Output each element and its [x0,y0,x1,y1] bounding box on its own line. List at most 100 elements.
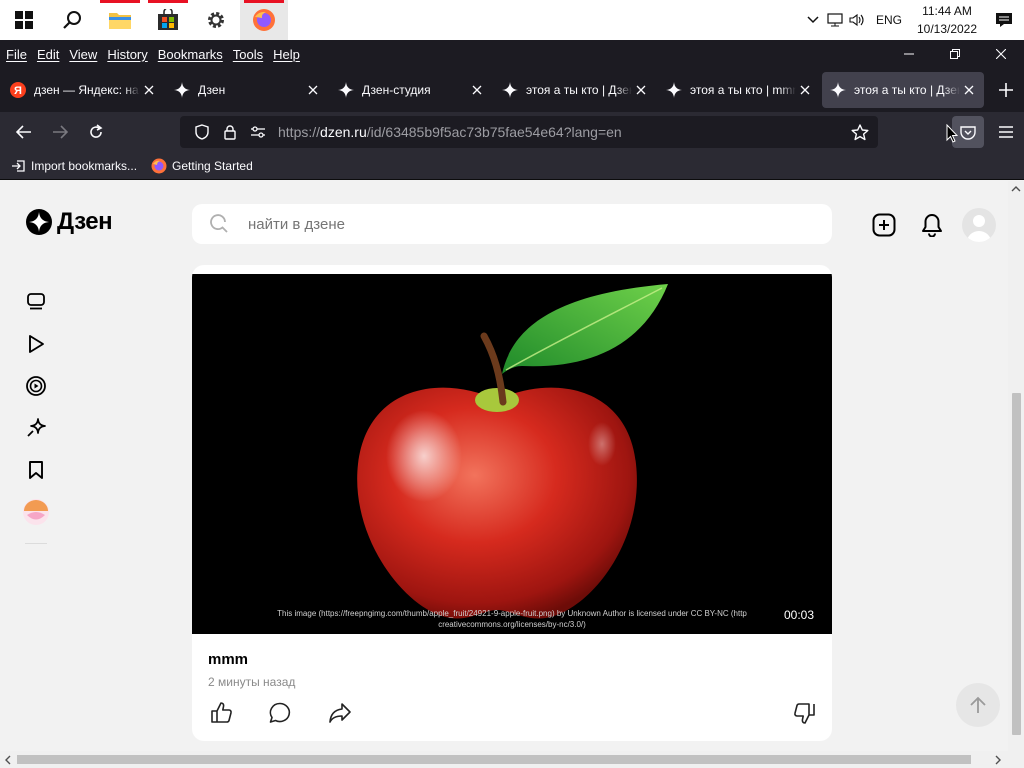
thumbs-down-icon [794,703,815,724]
vertical-scroll-thumb[interactable] [1012,393,1021,735]
search-box[interactable] [192,204,832,244]
reload-button[interactable] [78,116,114,148]
menu-edit[interactable]: Edit [32,47,64,62]
start-button[interactable] [0,0,48,40]
tab-close-icon[interactable] [304,81,322,99]
folder-icon [109,13,131,29]
bookmark-label: Import bookmarks... [31,158,138,173]
bookmark-import[interactable]: Import bookmarks... [10,158,137,174]
bookmark-icon [29,461,43,479]
taskbar-firefox[interactable] [240,0,288,40]
share-button[interactable] [326,693,354,733]
menu-view[interactable]: View [64,47,102,62]
tab-channel-active[interactable]: этоя а ты кто | Дзен [822,72,984,108]
menu-help[interactable]: Help [268,47,305,62]
like-button[interactable] [208,693,236,733]
tab-dzen-studio[interactable]: Дзен-студия [330,72,492,108]
minimize-icon [904,53,914,55]
restore-button[interactable] [932,40,978,68]
vertical-scrollbar[interactable] [1008,181,1024,751]
create-post-button[interactable] [866,207,902,243]
tab-dzen[interactable]: Дзен [166,72,328,108]
dzen-logo[interactable]: Дзен [26,208,113,236]
input-language[interactable]: ENG [868,13,910,27]
arrow-up-icon [970,696,986,713]
tab-channel-1[interactable]: этоя а ты кто | Дзен [494,72,656,108]
page-viewport: Дзен найти в дзене This image (https://f… [0,181,1008,751]
sidebar-item-video[interactable] [18,323,54,365]
scroll-right-arrow-icon[interactable] [990,751,1006,768]
menu-file[interactable]: File [0,47,32,62]
sidebar-item-bookmarks[interactable] [18,449,54,491]
bookmark-star-button[interactable] [846,116,874,148]
close-icon [996,49,1006,59]
back-button[interactable] [6,116,42,148]
bookmark-getting-started[interactable]: Getting Started [151,158,253,174]
sidebar-item-shorts[interactable] [18,365,54,407]
dzen-icon [830,82,846,98]
system-tray: ENG 11:44 AM 10/13/2022 [802,0,1024,40]
menu-tools[interactable]: Tools [228,47,268,62]
tab-close-icon[interactable] [796,81,814,99]
show-hidden-icons-button[interactable] [802,0,824,40]
close-window-button[interactable] [978,40,1024,68]
forward-button[interactable] [42,116,78,148]
import-icon [10,158,26,174]
play-icon [29,335,44,353]
network-button[interactable] [824,0,846,40]
notifications-button[interactable] [984,0,1024,40]
permissions-icon[interactable] [244,116,272,148]
video-duration: 00:03 [783,608,814,622]
lock-icon[interactable] [216,116,244,148]
store-icon [158,9,178,30]
scroll-to-top-button[interactable] [956,683,1000,727]
clock[interactable]: 11:44 AM 10/13/2022 [910,2,984,38]
side-navigation [18,281,54,544]
tab-close-icon[interactable] [468,81,486,99]
app-menu-button[interactable] [988,116,1024,148]
tab-close-icon[interactable] [960,81,978,99]
post-title[interactable]: mmm [208,651,248,668]
tab-close-icon[interactable] [140,81,158,99]
menu-history[interactable]: History [102,47,152,62]
url-host: dzen.ru [320,124,367,140]
tab-title: дзен — Яндекс: наш [34,83,140,97]
tab-close-icon[interactable] [632,81,650,99]
address-bar[interactable]: https://dzen.ru/id/63485b9f5ac73b75fae54… [180,116,878,148]
tab-channel-mmm[interactable]: этоя а ты кто | mmm [658,72,820,108]
taskbar-search-button[interactable] [48,0,96,40]
search-input[interactable] [248,215,788,233]
user-icon [967,215,991,242]
taskbar-file-explorer[interactable] [96,0,144,40]
comment-button[interactable] [266,693,294,733]
url-path: /id/63485b9f5ac73b75fae54e64?lang=en [366,124,622,140]
bookmark-label: Getting Started [172,158,253,173]
arrow-left-icon [16,125,31,139]
user-avatar[interactable] [962,208,996,242]
horizontal-scroll-thumb[interactable] [17,755,971,764]
shorts-icon [26,376,46,396]
taskbar-store[interactable] [144,0,192,40]
volume-button[interactable] [846,0,868,40]
dislike-button[interactable] [790,693,818,733]
sidebar-item-feed[interactable] [18,281,54,323]
video-player[interactable]: This image (https://freepngimg.com/thumb… [192,274,832,634]
post-timestamp: 2 минуты назад [208,675,296,689]
notifications-bell-button[interactable] [914,207,950,243]
taskbar-settings[interactable] [192,0,240,40]
add-icon [872,213,896,237]
scroll-up-arrow-icon[interactable] [1008,181,1024,197]
tracking-protection-shield-icon[interactable] [188,116,216,148]
tab-yandex-search[interactable]: Я дзен — Яндекс: наш [2,72,164,108]
header-actions [866,205,996,245]
scroll-left-arrow-icon[interactable] [0,751,16,768]
thumbs-up-icon [211,702,232,723]
post-actions [208,693,816,733]
minimize-button[interactable] [886,40,932,68]
yandex-icon: Я [10,82,26,98]
sidebar-item-subscriptions[interactable] [18,407,54,449]
sidebar-item-channel[interactable] [18,491,54,533]
new-tab-button[interactable] [988,72,1024,108]
menu-bookmarks[interactable]: Bookmarks [153,47,228,62]
horizontal-scrollbar[interactable] [0,751,1008,768]
